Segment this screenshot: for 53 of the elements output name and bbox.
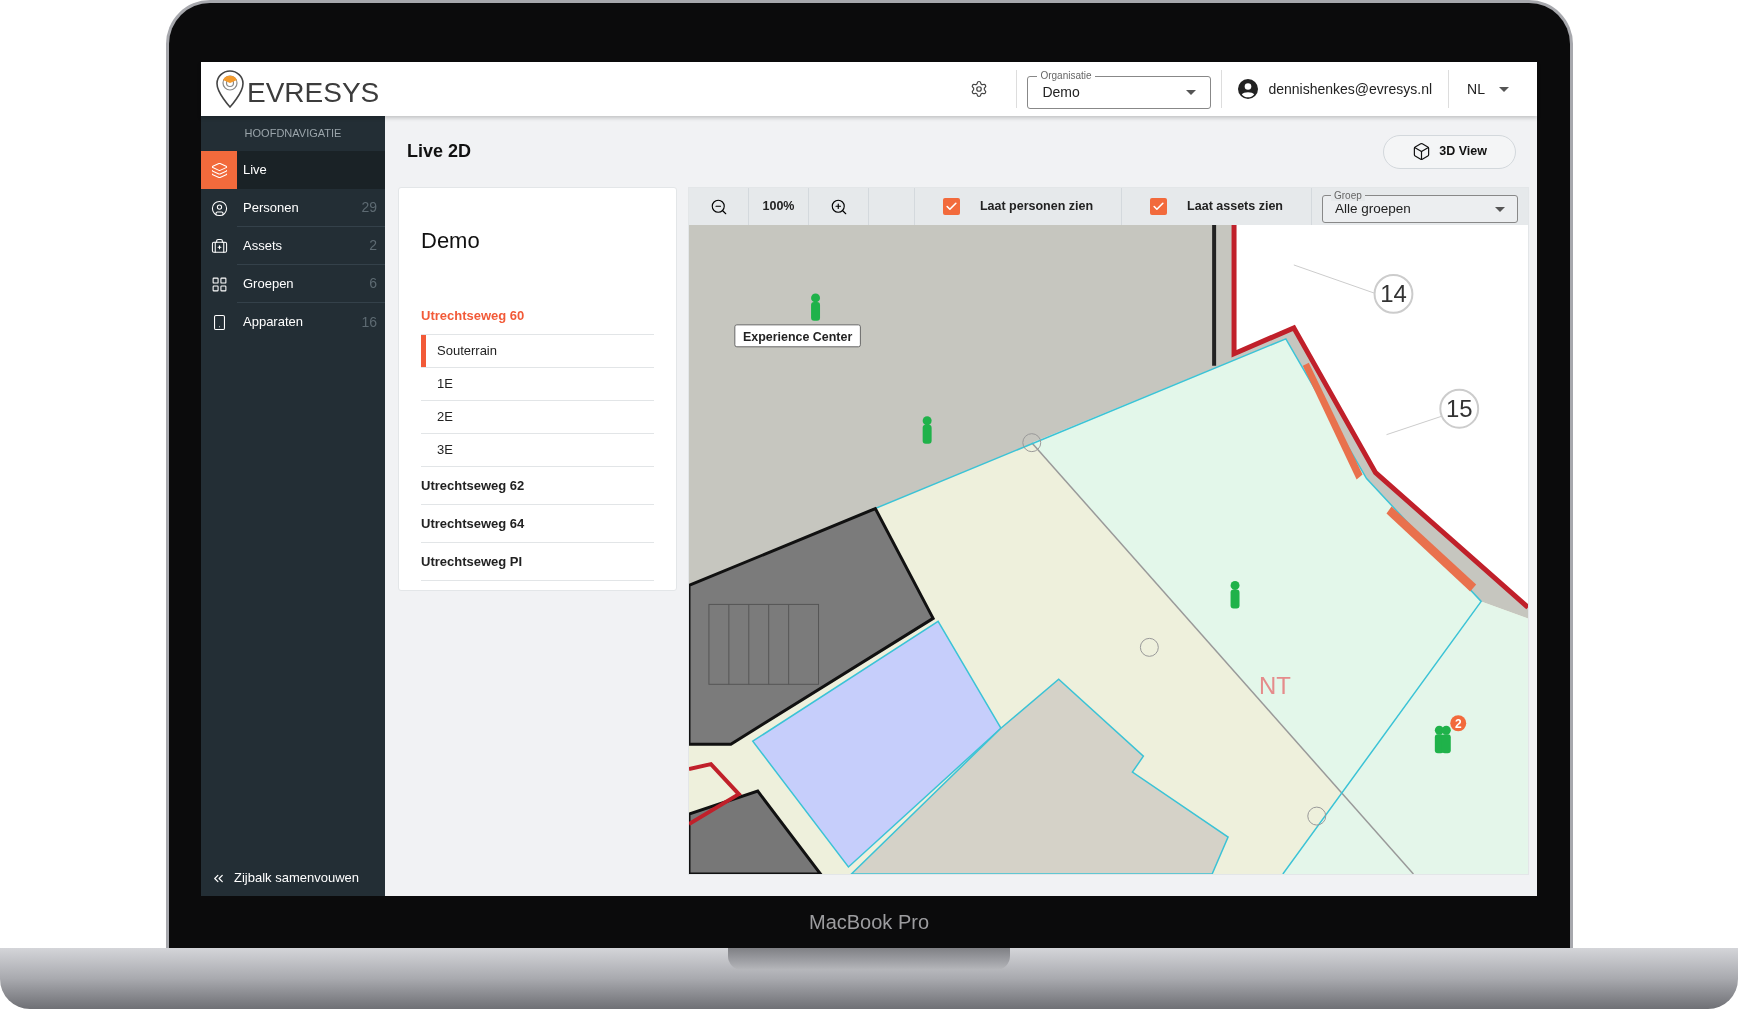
floor-item[interactable]: 2E <box>421 401 654 434</box>
cube-icon <box>1412 142 1432 161</box>
checkbox[interactable] <box>1150 198 1168 215</box>
nav-icon <box>210 161 228 179</box>
nav-icon <box>210 275 228 293</box>
page-title: Live 2D <box>407 140 472 163</box>
user-avatar-icon <box>1238 79 1259 99</box>
nav-count: 2 <box>369 236 377 255</box>
zone-label: NT <box>1259 672 1291 700</box>
3d-view-button[interactable]: 3D View <box>1383 134 1516 169</box>
caret-icon <box>1186 90 1197 95</box>
floor-item[interactable]: 1E <box>421 368 654 401</box>
nav-count: 6 <box>369 274 377 293</box>
check-icon <box>944 200 958 213</box>
sidebar-item[interactable]: Assets 2 <box>201 227 385 265</box>
checkbox-label: Laat personen zien <box>979 198 1094 216</box>
logo-text: EVRESYS <box>247 79 380 109</box>
caret-icon <box>1499 86 1509 92</box>
person-marker-icon[interactable] <box>811 293 821 321</box>
collapse-sidebar-button[interactable]: Zijbalk samenvouwen <box>201 860 385 896</box>
person-group-icon[interactable] <box>1434 725 1451 754</box>
room-label: Experience Center <box>734 324 861 348</box>
check-icon <box>1152 200 1166 213</box>
axis-marker: 14 <box>1373 273 1414 314</box>
nav-count: 16 <box>361 312 377 332</box>
building-item[interactable]: Utrechtseweg 62 <box>421 467 654 505</box>
building-item[interactable]: Utrechtseweg 64 <box>421 505 654 543</box>
location-pin-logo-icon <box>215 69 245 109</box>
nav-icon <box>210 199 228 217</box>
zoom-out-icon <box>709 197 728 216</box>
nav-icon <box>210 237 228 255</box>
user-email[interactable]: dennishenkes@evresys.nl <box>1268 78 1433 100</box>
building-item[interactable]: Utrechtseweg PI <box>421 543 654 581</box>
sidebar-heading: HOOFDNAVIGATIE <box>243 126 343 142</box>
floor-item[interactable]: Souterrain <box>421 335 654 368</box>
zoom-in-icon <box>829 197 848 216</box>
count-badge: 2 <box>1450 715 1467 732</box>
checkbox-label: Laat assets zien <box>1187 198 1283 216</box>
person-marker-icon[interactable] <box>1230 580 1240 609</box>
sidebar-item[interactable]: Live <box>201 151 385 189</box>
device-model-label: MacBook Pro <box>808 910 930 935</box>
person-marker-icon[interactable] <box>922 416 932 444</box>
settings-icon[interactable] <box>970 80 989 98</box>
floor-item[interactable]: 3E <box>421 434 654 467</box>
axis-marker: 15 <box>1439 388 1480 429</box>
checkbox[interactable] <box>942 198 960 215</box>
sidebar-item[interactable]: Apparaten 16 <box>201 303 385 341</box>
organisation-title: Demo <box>421 227 481 255</box>
language-select[interactable]: NL <box>1467 78 1509 100</box>
sidebar-item[interactable]: Personen 29 <box>201 189 385 227</box>
nav-count: 29 <box>361 198 377 217</box>
sidebar-item[interactable]: Groepen 6 <box>201 265 385 303</box>
caret-icon <box>1495 206 1505 212</box>
